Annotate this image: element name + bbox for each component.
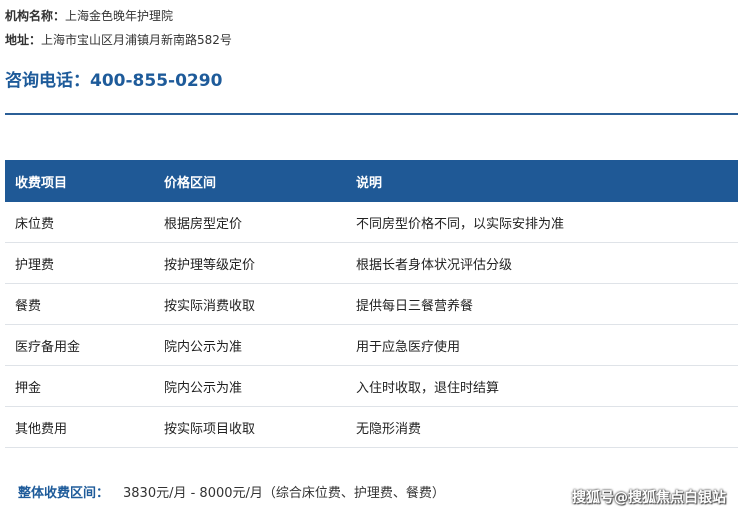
address-value: 上海市宝山区月浦镇月新南路582号: [41, 33, 232, 47]
fee-item-cell: 其他费用: [5, 406, 154, 448]
price-range-cell: 院内公示为准: [154, 365, 346, 407]
header-fee-item: 收费项目: [5, 160, 154, 202]
fee-item-cell: 护理费: [5, 242, 154, 284]
description-cell: 根据长者身体状况评估分级: [346, 242, 738, 284]
overall-fee-range-value: 3830元/月 - 8000元/月（综合床位费、护理费、餐费）: [123, 486, 445, 501]
fee-item-cell: 医疗备用金: [5, 324, 154, 366]
header-price-range: 价格区间: [154, 160, 346, 202]
price-range-cell: 按实际消费收取: [154, 283, 346, 325]
table-row: 押金 院内公示为准 入住时收取，退住时结算: [5, 365, 738, 407]
description-cell: 提供每日三餐营养餐: [346, 283, 738, 325]
phone-label: 咨询电话：: [5, 71, 90, 91]
price-range-cell: 院内公示为准: [154, 324, 346, 366]
address-label: 地址：: [5, 33, 42, 47]
fee-table-header-row: 收费项目 价格区间 说明: [5, 160, 738, 202]
price-range-cell: 按实际项目收取: [154, 406, 346, 448]
watermark: 搜狐号@搜狐焦点白银站: [572, 490, 726, 506]
table-row: 其他费用 按实际项目收取 无隐形消费: [5, 406, 738, 448]
description-cell: 无隐形消费: [346, 406, 738, 448]
institution-name-line: 机构名称：上海金色晚年护理院: [5, 8, 173, 24]
price-range-cell: 根据房型定价: [154, 202, 346, 243]
fee-item-cell: 餐费: [5, 283, 154, 325]
consult-phone: 咨询电话：400-855-0290: [5, 66, 222, 91]
institution-address-line: 地址：上海市宝山区月浦镇月新南路582号: [5, 32, 232, 48]
price-range-cell: 按护理等级定价: [154, 242, 346, 284]
overall-fee-range: 整体收费区间： 3830元/月 - 8000元/月（综合床位费、护理费、餐费）: [18, 482, 445, 501]
table-row: 床位费 根据房型定价 不同房型价格不同，以实际安排为准: [5, 202, 738, 243]
table-row: 医疗备用金 院内公示为准 用于应急医疗使用: [5, 324, 738, 366]
table-row: 护理费 按护理等级定价 根据长者身体状况评估分级: [5, 242, 738, 284]
description-cell: 用于应急医疗使用: [346, 324, 738, 366]
fee-item-cell: 押金: [5, 365, 154, 407]
description-cell: 不同房型价格不同，以实际安排为准: [346, 202, 738, 243]
institution-name: 上海金色晚年护理院: [65, 9, 174, 23]
institution-name-label: 机构名称：: [5, 9, 66, 23]
phone-number[interactable]: 400-855-0290: [90, 71, 222, 91]
overall-fee-range-label: 整体收费区间：: [18, 486, 110, 501]
fee-item-cell: 床位费: [5, 202, 154, 243]
section-divider: [5, 113, 738, 115]
header-description: 说明: [346, 160, 738, 202]
description-cell: 入住时收取，退住时结算: [346, 365, 738, 407]
table-row: 餐费 按实际消费收取 提供每日三餐营养餐: [5, 283, 738, 325]
fee-table: 收费项目 价格区间 说明 床位费 根据房型定价 不同房型价格不同，以实际安排为准…: [5, 160, 738, 448]
